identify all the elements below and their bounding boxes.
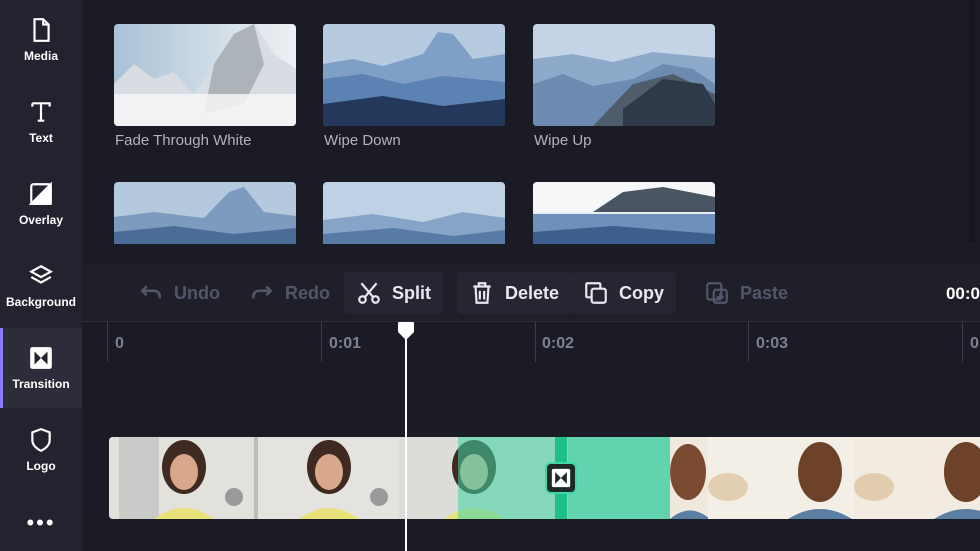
playhead-line[interactable] (405, 336, 407, 551)
undo-icon (140, 285, 161, 299)
delete-label: Delete (505, 282, 560, 303)
sidebar-item-media[interactable]: Media (0, 0, 82, 80)
sidebar-item-label: Text (29, 131, 53, 145)
transition-thumb-fade-through-white[interactable] (114, 24, 296, 126)
copy-button[interactable]: Copy (571, 272, 676, 314)
sidebar-item-overlay[interactable]: Overlay (0, 164, 82, 244)
timecode: 00:0 (945, 284, 980, 303)
sidebar: Media Text Overlay Background Transition… (0, 0, 82, 551)
panel-scrollbar[interactable] (969, 0, 975, 242)
edit-toolbar: Undo Redo Split Delete Copy Paste (82, 265, 980, 321)
transition-label: Wipe Up (534, 132, 592, 149)
transition-icon (551, 468, 571, 488)
paste-button[interactable]: Paste (692, 272, 800, 314)
copy-label: Copy (619, 282, 664, 303)
ruler-tick (962, 322, 963, 362)
transition-thumb[interactable] (114, 182, 296, 244)
trash-icon (473, 282, 491, 304)
sidebar-item-label: Background (5, 295, 76, 309)
redo-label: Redo (285, 282, 330, 303)
paste-label: Paste (740, 282, 789, 303)
split-label: Split (392, 282, 431, 303)
ruler-tick (321, 322, 322, 362)
transition-icon (30, 347, 52, 369)
undo-button[interactable]: Undo (126, 272, 232, 314)
overlay-icon (28, 181, 52, 205)
ruler-label: 0 (115, 335, 124, 352)
sidebar-item-background[interactable]: Background (0, 246, 82, 326)
ruler-tick (535, 322, 536, 362)
mountain-thumbnail (114, 24, 296, 126)
transition-thumb[interactable] (533, 182, 715, 244)
sidebar-item-text[interactable]: Text (0, 82, 82, 162)
playhead-handle[interactable] (397, 321, 415, 341)
sidebar-item-logo[interactable]: Logo (0, 410, 82, 490)
transition-thumb[interactable] (323, 182, 505, 244)
sidebar-item-label: Transition (12, 377, 70, 391)
text-icon (31, 102, 51, 122)
more-options-button[interactable]: ••• (0, 510, 82, 536)
video-clip-1[interactable] (109, 437, 571, 519)
sidebar-item-label: Media (23, 49, 58, 63)
sidebar-item-label: Overlay (18, 213, 64, 227)
transition-label: Fade Through White (115, 132, 252, 149)
timeline-ruler[interactable]: 0 0:01 0:02 0:03 0 (82, 321, 980, 362)
mountain-thumbnail (533, 24, 715, 126)
split-button[interactable]: Split (344, 272, 443, 314)
shield-icon (31, 428, 51, 453)
transition-label: Wipe Down (324, 132, 401, 149)
paste-icon (706, 282, 728, 304)
ruler-label: 0:01 (329, 335, 362, 352)
mountain-thumbnail (114, 182, 296, 244)
ruler-label: 0:02 (542, 335, 575, 352)
sidebar-item-label: Logo (26, 459, 56, 473)
ruler-tick (107, 322, 108, 362)
redo-icon (252, 285, 273, 299)
ruler-tick (748, 322, 749, 362)
scissors-icon (358, 282, 380, 304)
redo-button[interactable]: Redo (237, 272, 342, 314)
mountain-thumbnail (533, 182, 715, 244)
copy-icon (585, 282, 607, 304)
delete-button[interactable]: Delete (457, 272, 572, 314)
clip-filmstrip (109, 437, 571, 519)
transition-thumb-wipe-up[interactable] (533, 24, 715, 126)
layers-icon (29, 265, 53, 284)
transition-handle[interactable] (545, 462, 577, 494)
file-icon (33, 18, 50, 42)
video-clip-2[interactable] (568, 437, 980, 519)
transition-thumb-wipe-down[interactable] (323, 24, 505, 126)
clip-filmstrip (568, 437, 980, 519)
mountain-thumbnail (323, 24, 505, 126)
ruler-label: 0 (970, 335, 979, 352)
sidebar-item-transition[interactable]: Transition (0, 328, 82, 408)
mountain-thumbnail (323, 182, 505, 244)
ruler-label: 0:03 (756, 335, 789, 352)
undo-label: Undo (174, 282, 220, 303)
